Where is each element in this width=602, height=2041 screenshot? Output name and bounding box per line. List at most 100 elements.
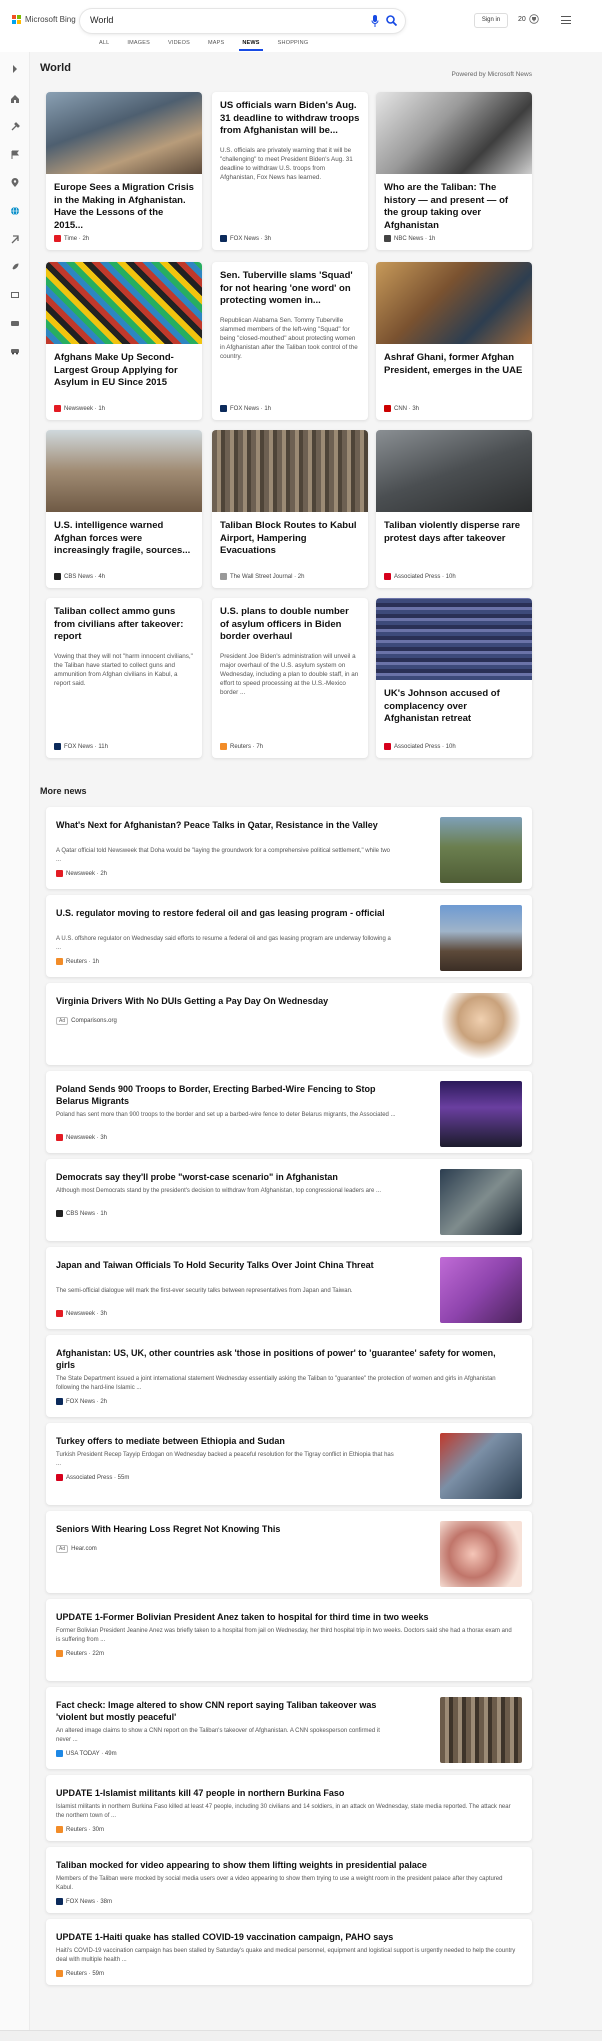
news-headline[interactable]: Seniors With Hearing Loss Regret Not Kno… — [56, 1523, 396, 1535]
news-thumbnail[interactable] — [376, 262, 532, 344]
news-source[interactable]: Associated Press · 10h — [384, 743, 456, 750]
news-card[interactable]: Who are the Taliban: The history — and p… — [376, 92, 532, 250]
powered-by[interactable]: Powered by Microsoft News — [451, 71, 532, 78]
news-thumbnail[interactable] — [440, 993, 522, 1059]
rewards-button[interactable]: 20 — [518, 14, 539, 24]
search-input[interactable]: World — [90, 15, 113, 25]
news-card[interactable]: U.S. plans to double number of asylum of… — [212, 598, 368, 758]
news-headline[interactable]: UK's Johnson accused of complacency over… — [376, 680, 532, 726]
briefcase-icon[interactable] — [10, 234, 20, 244]
news-source[interactable]: FOX News · 38m — [56, 1898, 112, 1905]
news-headline[interactable]: What's Next for Afghanistan? Peace Talks… — [56, 819, 396, 831]
news-headline[interactable]: Taliban mocked for video appearing to sh… — [56, 1859, 516, 1871]
news-card[interactable]: Taliban Block Routes to Kabul Airport, H… — [212, 430, 368, 588]
news-row[interactable]: UPDATE 1-Islamist militants kill 47 peop… — [46, 1775, 532, 1841]
news-headline[interactable]: Turkey offers to mediate between Ethiopi… — [56, 1435, 396, 1447]
expand-icon[interactable] — [10, 64, 20, 74]
news-card[interactable]: Europe Sees a Migration Crisis in the Ma… — [46, 92, 202, 250]
news-source[interactable]: Reuters · 1h — [56, 958, 99, 965]
tab-news[interactable]: NEWS — [233, 40, 268, 52]
news-source[interactable]: Reuters · 22m — [56, 1650, 104, 1657]
news-source[interactable]: Time · 2h — [54, 235, 89, 242]
news-headline[interactable]: Democrats say they'll probe "worst-case … — [56, 1171, 396, 1183]
news-source[interactable]: USA TODAY · 49m — [56, 1750, 117, 1757]
news-headline[interactable]: Taliban collect ammo guns from civilians… — [46, 598, 202, 644]
news-source[interactable]: FOX News · 3h — [220, 235, 271, 242]
news-source[interactable]: Ad Comparisons.org — [56, 1017, 117, 1025]
tab-shopping[interactable]: SHOPPING — [269, 40, 318, 52]
news-source[interactable]: FOX News · 2h — [56, 1398, 107, 1405]
news-card[interactable]: Sen. Tuberville slams 'Squad' for not he… — [212, 262, 368, 420]
news-card[interactable]: Taliban collect ammo guns from civilians… — [46, 598, 202, 758]
news-source[interactable]: Newsweek · 2h — [56, 870, 107, 877]
news-headline[interactable]: U.S. intelligence warned Afghan forces w… — [46, 512, 202, 558]
news-source[interactable]: Reuters · 7h — [220, 743, 263, 750]
news-row[interactable]: U.S. regulator moving to restore federal… — [46, 895, 532, 977]
news-thumbnail[interactable] — [46, 430, 202, 512]
tab-videos[interactable]: VIDEOS — [159, 40, 199, 52]
home-icon[interactable] — [10, 94, 20, 104]
news-headline[interactable]: Europe Sees a Migration Crisis in the Ma… — [46, 174, 202, 232]
news-row[interactable]: UPDATE 1-Haiti quake has stalled COVID-1… — [46, 1919, 532, 1985]
news-headline[interactable]: Sen. Tuberville slams 'Squad' for not he… — [212, 262, 368, 308]
news-source[interactable]: Newsweek · 3h — [56, 1134, 107, 1141]
news-source[interactable]: Reuters · 30m — [56, 1826, 104, 1833]
bing-logo[interactable]: Microsoft Bing — [12, 15, 76, 24]
news-thumbnail[interactable] — [376, 598, 532, 680]
news-source[interactable]: Ad Hear.com — [56, 1545, 97, 1553]
heart-icon[interactable] — [10, 318, 20, 328]
search-icon[interactable] — [386, 15, 397, 26]
news-headline[interactable]: Japan and Taiwan Officials To Hold Secur… — [56, 1259, 396, 1271]
news-source[interactable]: Reuters · 59m — [56, 1970, 104, 1977]
news-headline[interactable]: UPDATE 1-Former Bolivian President Anez … — [56, 1611, 516, 1623]
news-thumbnail[interactable] — [440, 1081, 522, 1147]
news-headline[interactable]: U.S. regulator moving to restore federal… — [56, 907, 396, 919]
news-row[interactable]: What's Next for Afghanistan? Peace Talks… — [46, 807, 532, 889]
ad-row[interactable]: Virginia Drivers With No DUIs Getting a … — [46, 983, 532, 1065]
news-thumbnail[interactable] — [376, 92, 532, 174]
location-icon[interactable] — [10, 178, 20, 188]
news-headline[interactable]: Afghanistan: US, UK, other countries ask… — [56, 1347, 516, 1371]
microphone-icon[interactable] — [371, 15, 379, 27]
news-headline[interactable]: Taliban Block Routes to Kabul Airport, H… — [212, 512, 368, 558]
news-source[interactable]: Newsweek · 3h — [56, 1310, 107, 1317]
news-source[interactable]: CBS News · 1h — [56, 1210, 107, 1217]
sign-in-button[interactable]: Sign in — [474, 13, 508, 28]
news-source[interactable]: FOX News · 11h — [54, 743, 108, 750]
news-headline[interactable]: Fact check: Image altered to show CNN re… — [56, 1699, 396, 1723]
news-source[interactable]: Newsweek · 1h — [54, 405, 105, 412]
news-card[interactable]: Afghans Make Up Second-Largest Group App… — [46, 262, 202, 420]
news-thumbnail[interactable] — [440, 1257, 522, 1323]
news-headline[interactable]: Virginia Drivers With No DUIs Getting a … — [56, 995, 396, 1007]
news-headline[interactable]: Afghans Make Up Second-Largest Group App… — [46, 344, 202, 390]
news-thumbnail[interactable] — [440, 905, 522, 971]
news-source[interactable]: CBS News · 4h — [54, 573, 105, 580]
tools-icon[interactable] — [10, 122, 20, 132]
news-headline[interactable]: Who are the Taliban: The history — and p… — [376, 174, 532, 232]
search-box[interactable]: World — [80, 9, 405, 33]
news-row[interactable]: Democrats say they'll probe "worst-case … — [46, 1159, 532, 1241]
news-headline[interactable]: U.S. plans to double number of asylum of… — [212, 598, 368, 644]
tab-images[interactable]: IMAGES — [118, 40, 159, 52]
news-row[interactable]: Fact check: Image altered to show CNN re… — [46, 1687, 532, 1769]
news-thumbnail[interactable] — [440, 1169, 522, 1235]
rocket-icon[interactable] — [10, 262, 20, 272]
flag-icon[interactable] — [10, 150, 20, 160]
news-card[interactable]: U.S. intelligence warned Afghan forces w… — [46, 430, 202, 588]
news-headline[interactable]: Poland Sends 900 Troops to Border, Erect… — [56, 1083, 396, 1107]
tab-maps[interactable]: MAPS — [199, 40, 233, 52]
car-icon[interactable] — [10, 346, 20, 356]
news-thumbnail[interactable] — [376, 430, 532, 512]
news-source[interactable]: The Wall Street Journal · 2h — [220, 573, 304, 580]
news-card[interactable]: Ashraf Ghani, former Afghan President, e… — [376, 262, 532, 420]
news-headline[interactable]: Taliban violently disperse rare protest … — [376, 512, 532, 545]
news-headline[interactable]: UPDATE 1-Islamist militants kill 47 peop… — [56, 1787, 516, 1799]
news-thumbnail[interactable] — [46, 262, 202, 344]
news-source[interactable]: Associated Press · 10h — [384, 573, 456, 580]
news-source[interactable]: CNN · 3h — [384, 405, 419, 412]
news-row[interactable]: Taliban mocked for video appearing to sh… — [46, 1847, 532, 1913]
globe-icon[interactable] — [10, 206, 20, 216]
hamburger-menu-icon[interactable] — [561, 16, 571, 24]
news-thumbnail[interactable] — [46, 92, 202, 174]
news-row[interactable]: UPDATE 1-Former Bolivian President Anez … — [46, 1599, 532, 1681]
